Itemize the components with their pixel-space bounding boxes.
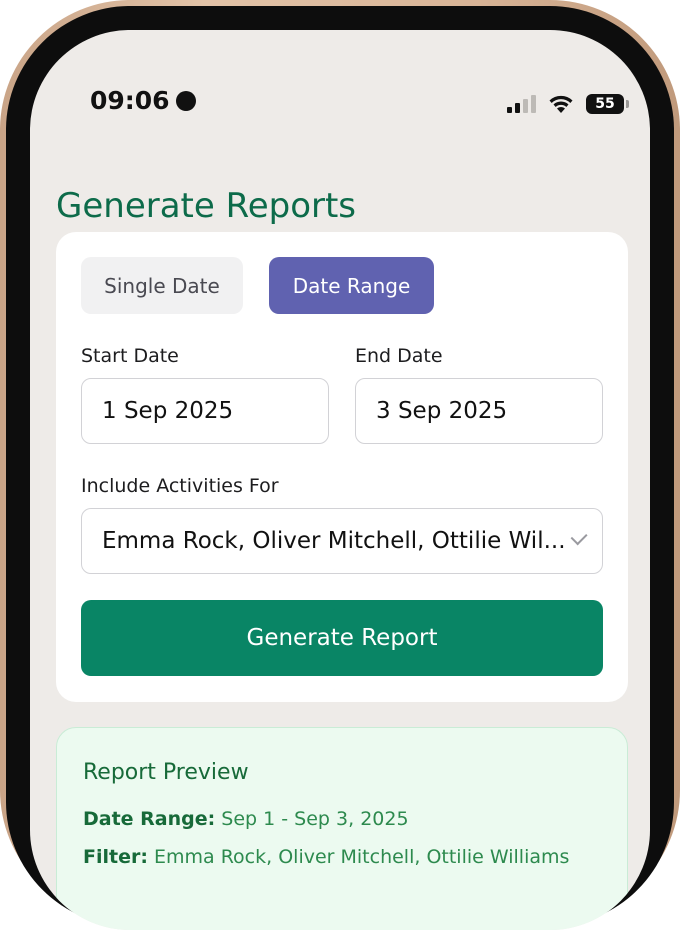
date-range-tab[interactable]: Date Range <box>269 257 434 314</box>
include-activities-label: Include Activities For <box>81 475 279 497</box>
report-preview-title: Report Preview <box>83 760 249 785</box>
include-activities-select[interactable]: Emma Rock, Oliver Mitchell, Ottilie Wil.… <box>81 508 603 574</box>
status-bar-indicators: 55 <box>507 94 629 114</box>
app-screen: 09:06 55 Generate Reports Single Date Da… <box>30 30 650 930</box>
start-date-field[interactable]: 1 Sep 2025 <box>81 378 329 444</box>
start-date-label: Start Date <box>81 345 179 367</box>
preview-date-range-key: Date Range: <box>83 808 216 830</box>
wifi-icon <box>549 95 573 113</box>
preview-filter-value: Emma Rock, Oliver Mitchell, Ottilie Will… <box>154 846 570 868</box>
preview-filter: Filter: Emma Rock, Oliver Mitchell, Otti… <box>83 846 569 868</box>
preview-filter-key: Filter: <box>83 846 148 868</box>
battery-icon: 55 <box>586 94 629 114</box>
page-title: Generate Reports <box>56 186 357 226</box>
generate-report-button[interactable]: Generate Report <box>81 600 603 676</box>
preview-date-range: Date Range: Sep 1 - Sep 3, 2025 <box>83 808 409 830</box>
chevron-down-icon <box>570 528 588 546</box>
end-date-field[interactable]: 3 Sep 2025 <box>355 378 603 444</box>
status-bar-time: 09:06 <box>90 86 196 115</box>
report-form-card: Single Date Date Range Start Date End Da… <box>56 232 628 702</box>
cellular-signal-icon <box>507 95 536 113</box>
status-time-text: 09:06 <box>90 86 170 115</box>
record-dot-icon <box>175 90 196 111</box>
report-preview-panel: Report Preview Date Range: Sep 1 - Sep 3… <box>56 727 628 930</box>
battery-level-text: 55 <box>595 96 615 112</box>
single-date-tab[interactable]: Single Date <box>81 257 243 314</box>
include-activities-value: Emma Rock, Oliver Mitchell, Ottilie Wil.… <box>102 528 566 554</box>
start-date-value: 1 Sep 2025 <box>102 398 234 424</box>
end-date-label: End Date <box>355 345 443 367</box>
end-date-value: 3 Sep 2025 <box>376 398 508 424</box>
preview-date-range-value: Sep 1 - Sep 3, 2025 <box>221 808 409 830</box>
